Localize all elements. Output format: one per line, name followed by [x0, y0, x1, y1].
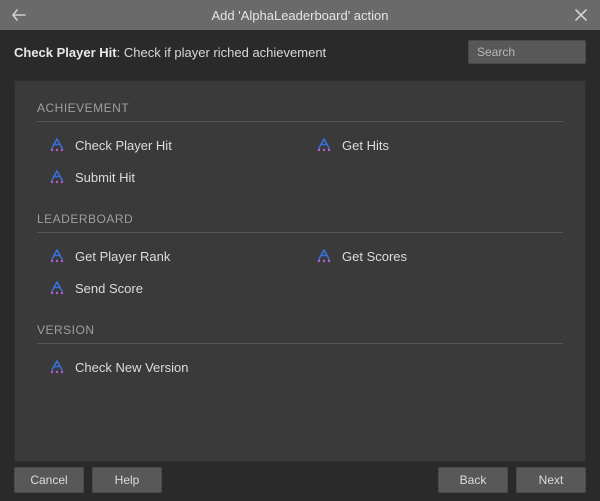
action-item[interactable]: Submit Hit — [49, 166, 296, 188]
selected-action-name: Check Player Hit — [14, 45, 117, 60]
action-item[interactable]: Get Scores — [316, 245, 563, 267]
action-item[interactable]: Get Hits — [316, 134, 563, 156]
alpha-icon — [49, 170, 65, 184]
alpha-icon — [316, 249, 332, 263]
section-version: VERSION Check New Version — [37, 323, 563, 378]
action-item[interactable]: Get Player Rank — [49, 245, 296, 267]
section-leaderboard: LEADERBOARD Get Player Rank Get Scores S… — [37, 212, 563, 299]
alpha-icon — [49, 249, 65, 263]
actions-panel: ACHIEVEMENT Check Player Hit Get Hits Su… — [14, 80, 586, 462]
action-item[interactable]: Check New Version — [49, 356, 296, 378]
action-label: Submit Hit — [75, 170, 135, 185]
titlebar: Add 'AlphaLeaderboard' action — [0, 0, 600, 30]
action-label: Send Score — [75, 281, 143, 296]
search-input[interactable] — [468, 40, 586, 64]
alpha-icon — [49, 360, 65, 374]
cancel-button[interactable]: Cancel — [14, 467, 84, 493]
section-achievement: ACHIEVEMENT Check Player Hit Get Hits Su… — [37, 101, 563, 188]
action-label: Get Player Rank — [75, 249, 170, 264]
action-label: Check New Version — [75, 360, 188, 375]
back-button[interactable]: Back — [438, 467, 508, 493]
footer: Cancel Help Back Next — [0, 459, 600, 501]
alpha-icon — [49, 138, 65, 152]
close-icon[interactable] — [570, 4, 592, 26]
action-item[interactable]: Send Score — [49, 277, 296, 299]
section-title: ACHIEVEMENT — [37, 101, 563, 122]
action-item[interactable]: Check Player Hit — [49, 134, 296, 156]
selected-description: Check Player Hit: Check if player riched… — [14, 45, 458, 60]
section-title: VERSION — [37, 323, 563, 344]
back-arrow-icon[interactable] — [8, 4, 30, 26]
next-button[interactable]: Next — [516, 467, 586, 493]
section-title: LEADERBOARD — [37, 212, 563, 233]
description-bar: Check Player Hit: Check if player riched… — [0, 30, 600, 74]
action-label: Check Player Hit — [75, 138, 172, 153]
selected-action-desc: Check if player riched achievement — [124, 45, 326, 60]
alpha-icon — [316, 138, 332, 152]
window-title: Add 'AlphaLeaderboard' action — [0, 8, 600, 23]
action-label: Get Hits — [342, 138, 389, 153]
alpha-icon — [49, 281, 65, 295]
action-label: Get Scores — [342, 249, 407, 264]
help-button[interactable]: Help — [92, 467, 162, 493]
